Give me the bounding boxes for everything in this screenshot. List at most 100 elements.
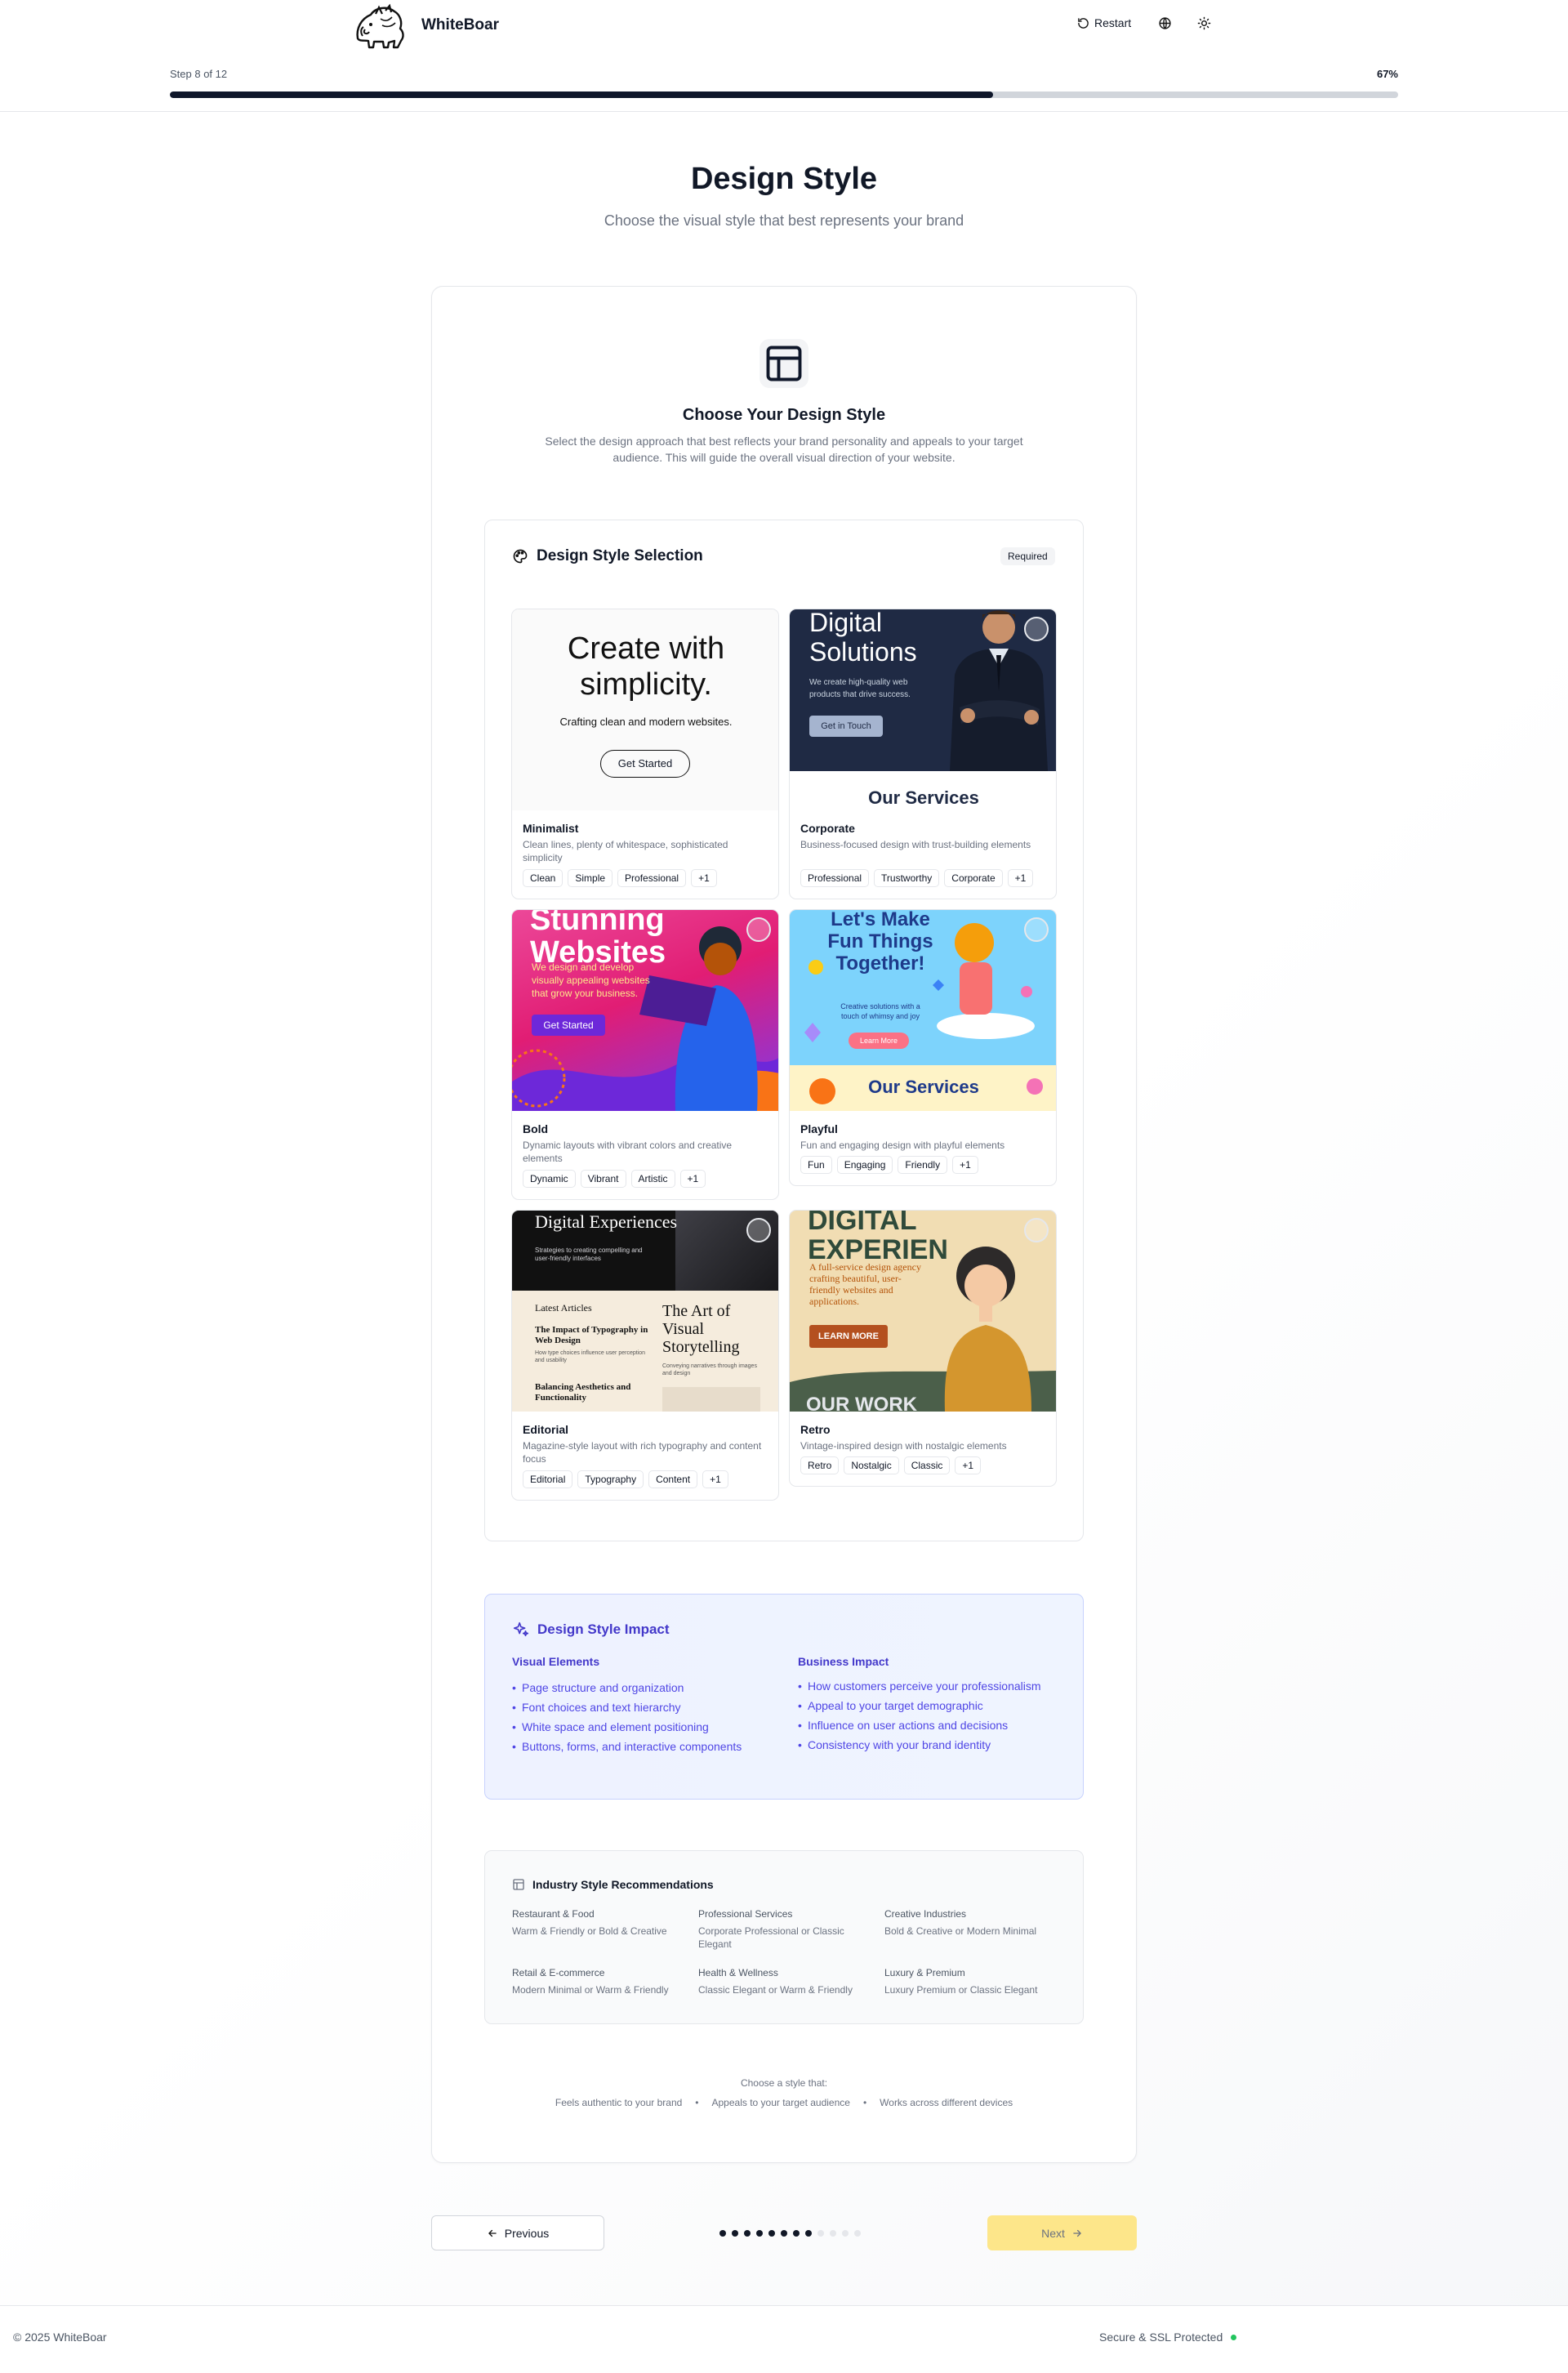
- playful-preview: Let's Make Fun Things Together! Creative…: [790, 910, 1056, 1111]
- style-option-bold[interactable]: Stunning Websites We design and develop …: [511, 909, 779, 1200]
- step-dot: [768, 2230, 775, 2237]
- recommendation-item: Restaurant & Food Warm & Friendly or Bold…: [512, 1908, 684, 1938]
- recommendation-item: Retail & E-commerce Modern Minimal or War…: [512, 1967, 684, 1996]
- option-radio[interactable]: [1024, 917, 1049, 942]
- previous-button[interactable]: Previous: [431, 2215, 604, 2250]
- list-item: Font choices and text hierarchy: [512, 1697, 773, 1717]
- recommendation-item: Creative Industries Bold & Creative or Mo…: [884, 1908, 1056, 1938]
- preview-cta: Learn More: [849, 1033, 909, 1049]
- step-dot: [805, 2230, 812, 2237]
- option-tag: Artistic: [630, 1170, 675, 1188]
- list-item: Appeal to your target demographic: [798, 1697, 1043, 1714]
- security-label: Secure & SSL Protected: [1099, 2331, 1223, 2344]
- preview-cta: Get Started: [532, 1015, 605, 1036]
- business-impact-heading: Business Impact: [798, 1655, 889, 1668]
- option-tag: Editorial: [523, 1470, 573, 1488]
- editorial-preview: Digital Experiences Strategies to creati…: [512, 1211, 778, 1412]
- tip-item: Works across different devices: [880, 2097, 1013, 2108]
- list-item: Page structure and organization: [512, 1678, 773, 1697]
- progress-bar: [170, 91, 1398, 98]
- option-tags: Professional Trustworthy Corporate +1: [800, 869, 1034, 887]
- preview-subheadline: Crafting clean and modern websites.: [559, 716, 733, 728]
- theme-toggle-button[interactable]: [1197, 16, 1211, 30]
- preview-headline: Digital Solutions: [809, 609, 917, 667]
- preview-article-2: Balancing Aesthetics and Functionality: [535, 1382, 631, 1403]
- step-dots: [719, 2230, 861, 2237]
- industry-name: Creative Industries: [884, 1908, 967, 1920]
- tip-item: Feels authentic to your brand: [555, 2097, 683, 2108]
- industry-name: Restaurant & Food: [512, 1908, 595, 1920]
- style-option-editorial[interactable]: Digital Experiences Strategies to creati…: [511, 1210, 779, 1501]
- status-dot: [1231, 2334, 1237, 2340]
- preview-headline: DIGITAL EXPERIEN: [808, 1211, 948, 1265]
- progress-bar-fill: [170, 91, 993, 98]
- next-label: Next: [1041, 2226, 1065, 2240]
- list-item: How customers perceive your professional…: [798, 1678, 1043, 1694]
- selection-heading: Design Style Selection: [512, 547, 703, 565]
- previous-label: Previous: [504, 2226, 550, 2240]
- style-option-minimalist[interactable]: Create with simplicity. Crafting clean a…: [511, 609, 779, 899]
- palette-icon: [513, 549, 528, 564]
- option-tag: Simple: [568, 869, 613, 887]
- page-footer: © 2025 WhiteBoar Secure & SSL Protected: [0, 2305, 1568, 2373]
- arrow-left-icon: [488, 2229, 497, 2237]
- option-radio[interactable]: [746, 917, 771, 942]
- preview-subheadline: We design and develop visually appealing…: [532, 961, 650, 999]
- recommendation-item: Luxury & Premium Luxury Premium or Classi…: [884, 1967, 1056, 1996]
- step-dot: [719, 2230, 726, 2237]
- selection-title: Design Style Selection: [537, 547, 703, 564]
- option-description: Business-focused design with trust-build…: [800, 839, 1031, 850]
- style-option-corporate[interactable]: Digital Solutions We create high-quality…: [789, 609, 1057, 899]
- option-radio[interactable]: [1024, 617, 1049, 641]
- top-header: WhiteBoar Restart Step 8 of 12 67%: [0, 0, 1568, 112]
- brand-name[interactable]: WhiteBoar: [421, 16, 499, 34]
- option-radio[interactable]: [1024, 1218, 1049, 1242]
- style-option-retro[interactable]: DIGITAL EXPERIEN A full-service design a…: [789, 1210, 1057, 1487]
- preview-footer: Our Services: [868, 1077, 979, 1097]
- style-option-playful[interactable]: Let's Make Fun Things Together! Creative…: [789, 909, 1057, 1186]
- arrow-right-icon: [1073, 2229, 1081, 2237]
- layout-icon: [760, 339, 808, 388]
- impact-heading: Design Style Impact: [512, 1621, 670, 1639]
- language-button[interactable]: [1158, 16, 1172, 30]
- layout-small-icon: [513, 1879, 524, 1890]
- step-dot: [854, 2230, 861, 2237]
- list-item: Influence on user actions and decisions: [798, 1717, 1043, 1733]
- step-dot: [756, 2230, 763, 2237]
- option-radio[interactable]: [746, 1218, 771, 1242]
- preview-headline: Let's Make Fun Things Together!: [827, 910, 933, 975]
- page-subtitle: Choose the visual style that best repres…: [604, 212, 964, 229]
- impact-title: Design Style Impact: [537, 1621, 670, 1637]
- preview-subheadline: A full-service design agency crafting be…: [809, 1261, 921, 1307]
- restart-button[interactable]: Restart: [1077, 16, 1131, 29]
- industry-name: Retail & E-commerce: [512, 1967, 605, 1978]
- industry-name: Professional Services: [698, 1908, 793, 1920]
- required-badge: Required: [1000, 547, 1055, 565]
- security-status: Secure & SSL Protected: [1099, 2331, 1237, 2344]
- next-button[interactable]: Next: [987, 2215, 1137, 2250]
- preview-footer: Our Services: [868, 787, 979, 808]
- step-dot: [842, 2230, 849, 2237]
- option-tag: Corporate: [944, 869, 1003, 887]
- option-name: Bold: [523, 1122, 549, 1135]
- restart-icon: [1078, 17, 1089, 29]
- option-tag: Trustworthy: [874, 869, 940, 887]
- preview-subheadline: We create high-quality web products that…: [809, 678, 911, 699]
- visual-elements-heading: Visual Elements: [512, 1655, 600, 1668]
- preview-feature-title: The Art of Visual Storytelling: [662, 1302, 740, 1356]
- option-name: Minimalist: [523, 822, 579, 835]
- section-title: Choose Your Design Style: [682, 406, 886, 424]
- industry-styles: Luxury Premium or Classic Elegant: [884, 1984, 1038, 1996]
- preview-cta: Get Started: [600, 750, 690, 778]
- option-tags: Retro Nostalgic Classic +1: [800, 1456, 982, 1474]
- option-tag: Nostalgic: [844, 1456, 899, 1474]
- preview-cta: Get in Touch: [809, 716, 883, 737]
- option-tag-more: +1: [702, 1470, 728, 1488]
- option-name: Corporate: [800, 822, 855, 835]
- industry-styles: Corporate Professional or Classic Elegan…: [698, 1925, 844, 1950]
- industry-styles: Bold & Creative or Modern Minimal: [884, 1925, 1037, 1937]
- corporate-preview: Digital Solutions We create high-quality…: [790, 609, 1056, 810]
- option-tag: Vibrant: [580, 1170, 626, 1188]
- option-tag: Retro: [800, 1456, 840, 1474]
- boar-logo-icon[interactable]: [351, 2, 408, 50]
